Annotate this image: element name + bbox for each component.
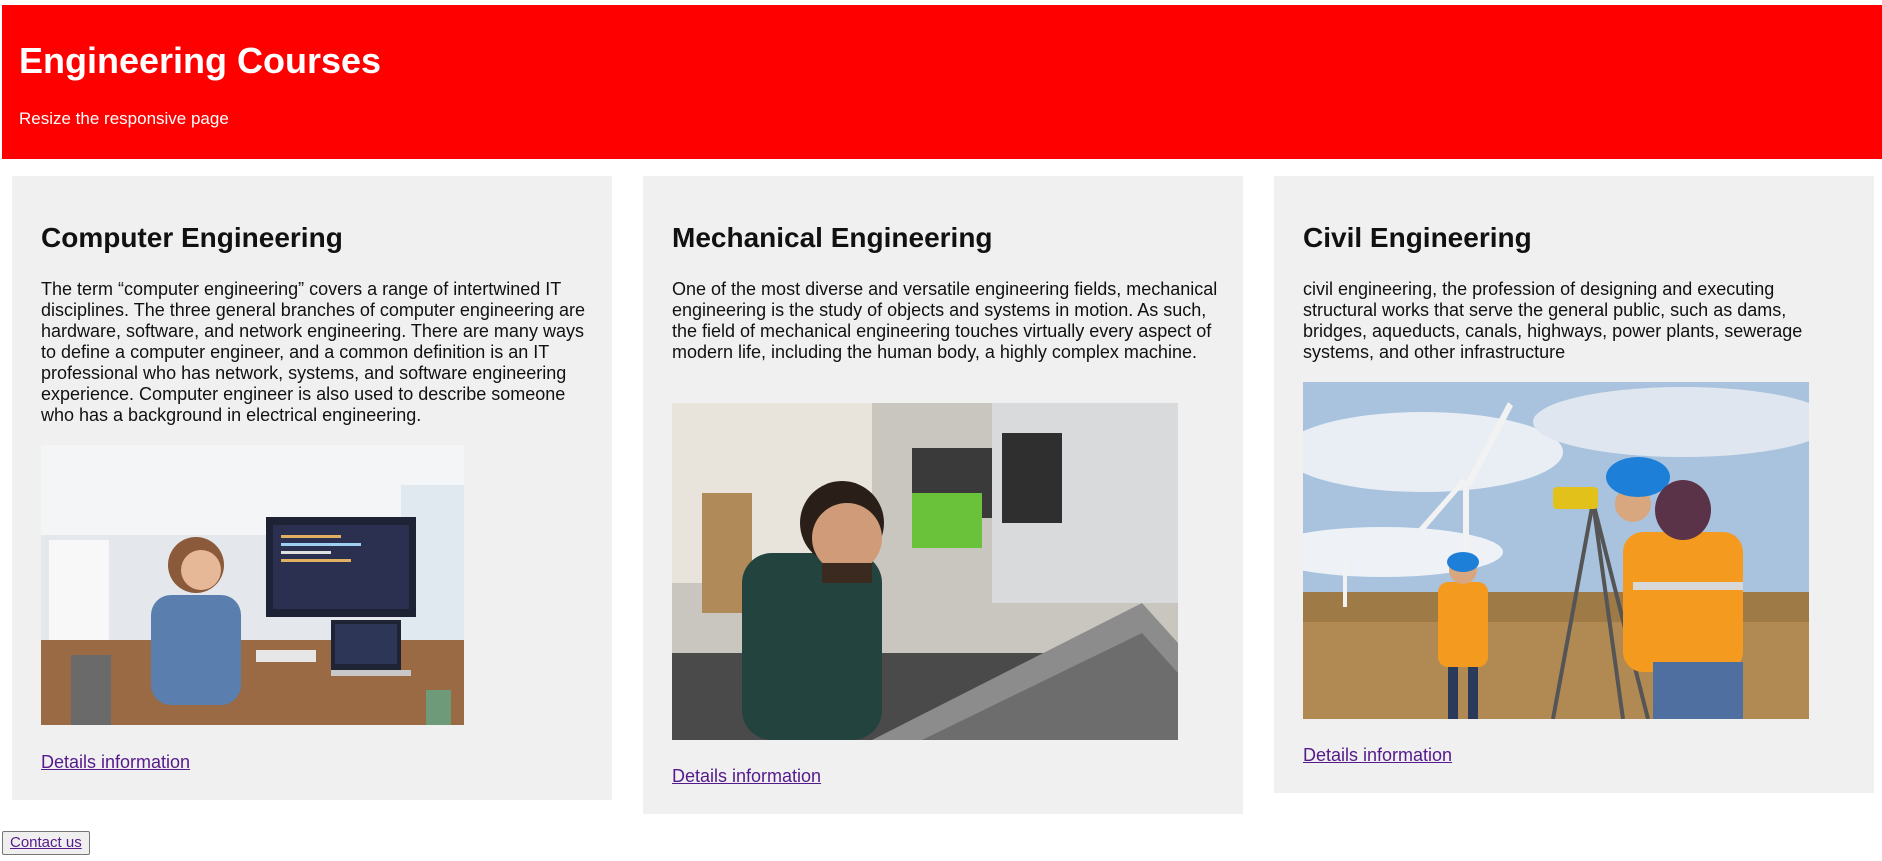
details-link-computer[interactable]: Details information xyxy=(41,753,190,771)
civil-engineering-photo xyxy=(1303,382,1809,719)
page-subtitle: Resize the responsive page xyxy=(19,109,229,128)
course-description: One of the most diverse and versatile en… xyxy=(672,279,1218,362)
course-title: Civil Engineering xyxy=(1303,222,1532,253)
course-card-computer: Computer Engineering The term “computer … xyxy=(12,176,612,800)
computer-engineering-photo xyxy=(41,445,464,725)
mechanical-engineering-photo xyxy=(672,403,1178,740)
page-title: Engineering Courses xyxy=(19,40,382,81)
details-link-civil[interactable]: Details information xyxy=(1303,746,1452,764)
page-header: Engineering Courses Resize the responsiv… xyxy=(2,5,1882,159)
course-description: civil engineering, the profession of des… xyxy=(1303,279,1803,362)
course-title: Computer Engineering xyxy=(41,222,343,253)
course-card-civil: Civil Engineering civil engineering, the… xyxy=(1274,176,1874,793)
contact-us-button[interactable]: Contact us xyxy=(2,831,90,855)
course-title: Mechanical Engineering xyxy=(672,222,993,253)
details-link-mechanical[interactable]: Details information xyxy=(672,767,821,785)
course-description: The term “computer engineering” covers a… xyxy=(41,279,585,425)
course-card-mechanical: Mechanical Engineering One of the most d… xyxy=(643,176,1243,814)
